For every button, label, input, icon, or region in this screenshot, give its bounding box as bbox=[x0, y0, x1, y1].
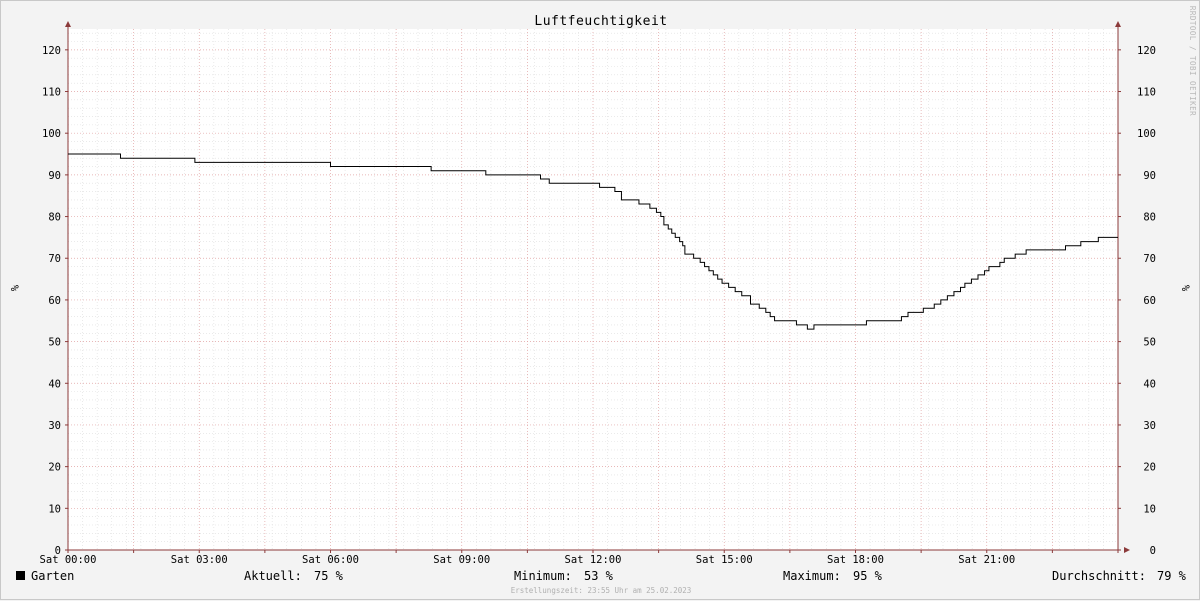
y-tick-label-right: 80 bbox=[1143, 212, 1156, 224]
y-tick-label-right: 30 bbox=[1143, 420, 1156, 432]
y-tick-label-left: 60 bbox=[48, 295, 61, 307]
x-tick-label: Sat 21:00 bbox=[958, 554, 1015, 566]
legend-aktuell-value: 75 % bbox=[314, 569, 344, 583]
y-tick-label-right: 120 bbox=[1137, 45, 1156, 57]
x-tick-label: Sat 00:00 bbox=[40, 554, 97, 566]
y-tick-label-left: 100 bbox=[42, 128, 61, 140]
y-tick-label-left: 70 bbox=[48, 253, 61, 265]
creation-time-footer: Erstellungszeit: 23:55 Uhr am 25.02.2023 bbox=[511, 586, 692, 595]
legend-maximum-value: 95 % bbox=[853, 569, 883, 583]
y-tick-label-left: 40 bbox=[48, 378, 61, 390]
y-axis-arrow-left bbox=[65, 21, 71, 27]
y-tick-label-left: 110 bbox=[42, 87, 61, 99]
legend-durchschnitt-label: Durchschnitt: bbox=[1052, 569, 1146, 583]
x-tick-label: Sat 15:00 bbox=[696, 554, 753, 566]
y-tick-label-right: 100 bbox=[1137, 128, 1156, 140]
y-tick-label-left: 20 bbox=[48, 462, 61, 474]
y-tick-label-right: 110 bbox=[1137, 87, 1156, 99]
y-tick-label-left: 50 bbox=[48, 337, 61, 349]
x-axis-arrow bbox=[1124, 547, 1130, 553]
y-tick-label-left: 80 bbox=[48, 212, 61, 224]
y-tick-label-left: 120 bbox=[42, 45, 61, 57]
legend-aktuell-label: Aktuell: bbox=[244, 569, 302, 583]
legend-swatch-garten bbox=[16, 571, 25, 580]
y-tick-label-right: 90 bbox=[1143, 170, 1156, 182]
y-tick-label-right: 50 bbox=[1143, 337, 1156, 349]
legend-series-name: Garten bbox=[31, 569, 74, 583]
y-axis-arrow-right bbox=[1115, 21, 1121, 27]
y-tick-label-right: 10 bbox=[1143, 503, 1156, 515]
y-axis-label-left: % bbox=[8, 285, 20, 292]
y-tick-label-left: 30 bbox=[48, 420, 61, 432]
y-tick-label-right: 0 bbox=[1150, 545, 1156, 557]
legend-durchschnitt-value: 79 % bbox=[1157, 569, 1187, 583]
x-tick-label: Sat 09:00 bbox=[433, 554, 490, 566]
chart-title: Luftfeuchtigkeit bbox=[534, 14, 667, 29]
y-tick-label-right: 40 bbox=[1143, 378, 1156, 390]
x-tick-label: Sat 18:00 bbox=[827, 554, 884, 566]
y-tick-label-right: 70 bbox=[1143, 253, 1156, 265]
chart-frame: Luftfeuchtigkeit % % RRDTOOL / TOBI OETI… bbox=[0, 0, 1200, 600]
x-tick-label: Sat 12:00 bbox=[565, 554, 622, 566]
y-tick-label-right: 20 bbox=[1143, 462, 1156, 474]
x-tick-label: Sat 06:00 bbox=[302, 554, 359, 566]
x-tick-label: Sat 03:00 bbox=[171, 554, 228, 566]
legend-maximum-label: Maximum: bbox=[783, 569, 841, 583]
y-tick-label-left: 90 bbox=[48, 170, 61, 182]
humidity-chart: Luftfeuchtigkeit % % RRDTOOL / TOBI OETI… bbox=[8, 6, 1197, 595]
legend-minimum-value: 53 % bbox=[584, 569, 614, 583]
rrdtool-watermark: RRDTOOL / TOBI OETIKER bbox=[1188, 6, 1197, 116]
y-axis-label-right: % bbox=[1179, 285, 1191, 292]
y-tick-label-right: 60 bbox=[1143, 295, 1156, 307]
legend-minimum-label: Minimum: bbox=[514, 569, 572, 583]
y-tick-label-left: 10 bbox=[48, 503, 61, 515]
